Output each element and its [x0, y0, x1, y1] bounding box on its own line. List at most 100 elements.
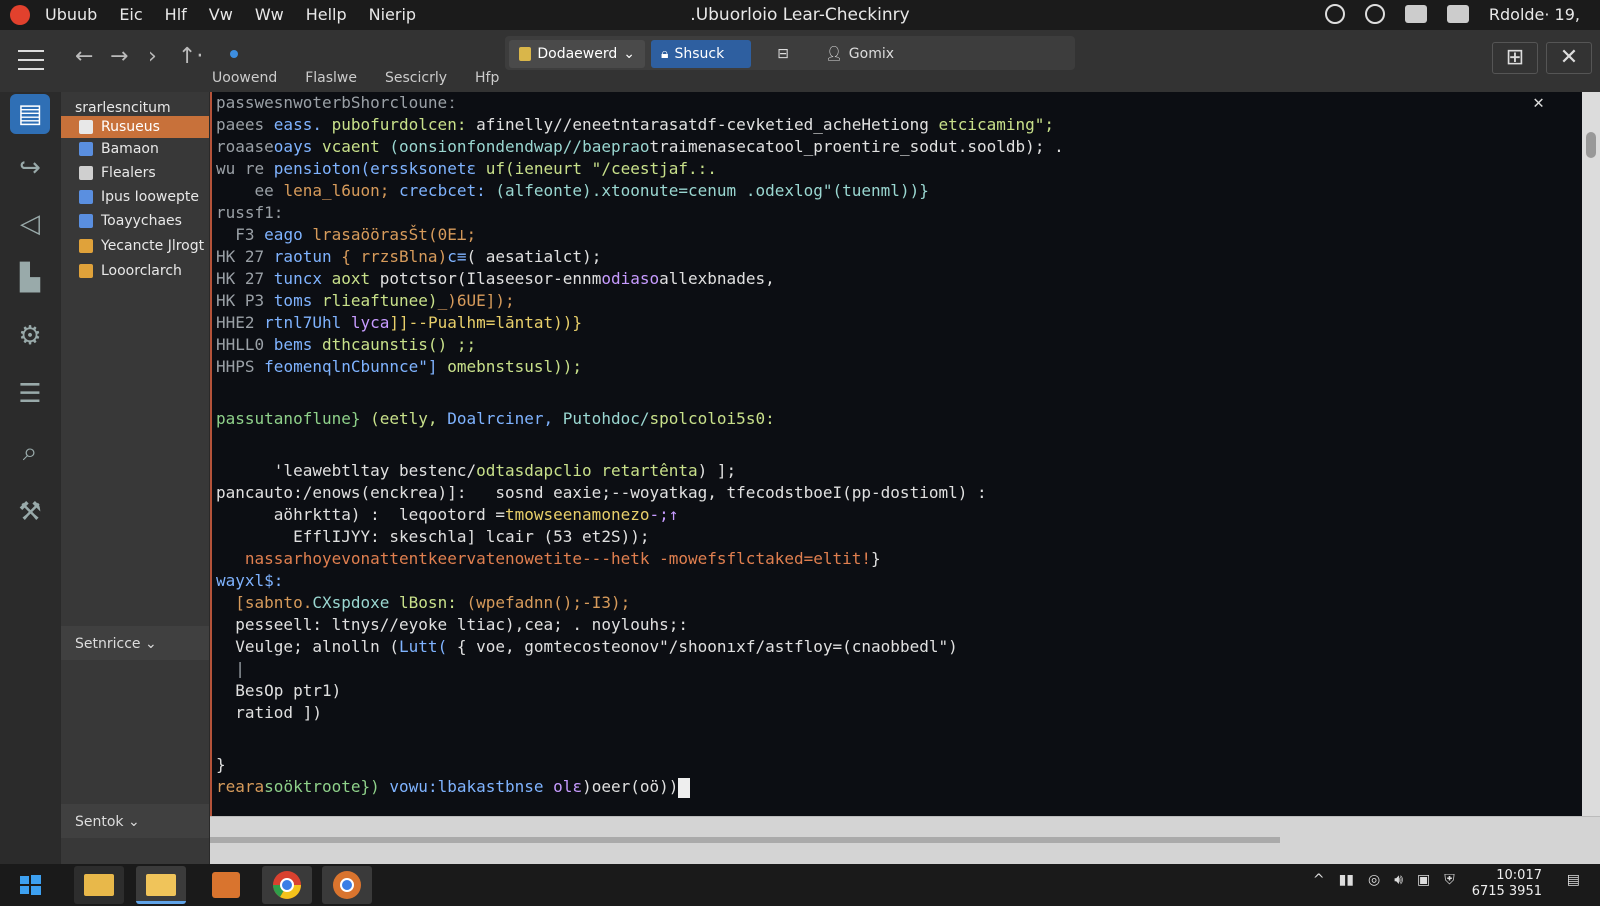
horizontal-scrollbar-track[interactable] — [210, 837, 1280, 843]
new-tab-button[interactable]: ⊞ — [1492, 42, 1538, 74]
power-icon[interactable] — [1364, 4, 1385, 24]
share-icon[interactable]: ↪ — [10, 148, 50, 188]
forward-arrow-icon[interactable]: → — [110, 46, 128, 68]
sidebar-item-label: Flealers — [101, 165, 156, 181]
sidebar-item-label: Rusueus — [101, 119, 160, 135]
window-icon: ⊟ — [777, 46, 789, 62]
shield-tray-icon[interactable]: ⛨ — [1444, 872, 1455, 888]
system-menu-bar: Ubuub Eic Hlf Vw Ww Hellp Nierip .Ubuorloio Le… — [0, 0, 1600, 30]
subtab-0[interactable]: Uoowend — [212, 70, 277, 92]
sidebar-item-0[interactable]: Rusueus — [61, 116, 209, 138]
terminal-line: ratiod ]) — [216, 703, 322, 722]
notes-icon[interactable]: ☰ — [10, 374, 50, 414]
sidebar-item-4[interactable]: Toayychaes — [61, 210, 209, 232]
check-icon — [79, 190, 93, 204]
file-explorer-icon[interactable] — [74, 866, 124, 904]
vertical-scrollbar[interactable] — [1582, 92, 1600, 816]
terminal-line: EfflIJYY: skeschla] lcair (53 et2S)); — [216, 527, 650, 546]
wifi-icon[interactable]: ◎ — [1368, 872, 1380, 888]
sidebar-section-setnricce[interactable]: Setnricce ⌄ — [61, 626, 209, 660]
user-icon: 👤︎ — [825, 46, 843, 62]
hamburger-menu-icon[interactable] — [18, 50, 44, 70]
sidebar-item-label: Bamaon — [101, 141, 159, 157]
sidebar-item-6[interactable]: Looorclarch — [61, 260, 209, 282]
volume-icon[interactable]: 🔊︎ — [1394, 872, 1403, 888]
sidebar-item-5[interactable]: Yecancte Jlrogt — [61, 235, 209, 257]
terminal-line: roaaseoays vcaent (oonsionfondendwap//ba… — [216, 137, 1064, 156]
chrome-browser-icon[interactable] — [262, 866, 312, 904]
search-icon[interactable]: ⌕ — [10, 432, 50, 472]
scrollbar-thumb[interactable] — [1586, 132, 1596, 158]
package-app-icon[interactable] — [200, 866, 250, 904]
subtab-1[interactable]: Flaslwe — [305, 70, 357, 92]
terminal-line: F3 eago lrasaöörasŠt(0E⊥; — [216, 225, 477, 244]
horizontal-scrollbar[interactable] — [210, 816, 1600, 864]
back-arrow-icon[interactable]: ← — [75, 46, 93, 68]
clock[interactable]: 10:017 6715 3951 — [1472, 868, 1542, 900]
terminal-line: Veulge; alnolln (Lutt( { voe, gomtecoste… — [216, 637, 958, 656]
terminal-output[interactable]: ✕ passwesnwoterbShorclouneː paees eass. p… — [210, 92, 1582, 816]
tab-gomix[interactable]: 👤︎ Gomix — [815, 40, 911, 68]
desktop: Ubuub Eic Hlf Vw Ww Hellp Nierip .Ubuorloio Le… — [0, 0, 1600, 906]
close-window-button[interactable]: ✕ — [1546, 42, 1592, 74]
terminal-line: HK 27 tuncx aoxt potctsor(Ilaseesor-ennm… — [216, 269, 775, 288]
terminal-line: passutanoflune} (eetly, Doalrciner, Puto… — [216, 409, 775, 428]
tab-shsuck[interactable]: 🔒︎ Shsuck — [651, 40, 751, 68]
settings-gear-icon[interactable]: ⚙ — [10, 316, 50, 356]
sidebar-item-label: Yecancte Jlrogt — [101, 238, 205, 254]
chrome-browser-icon-2[interactable] — [322, 866, 372, 904]
sidebar-section-sentok[interactable]: Sentok ⌄ — [61, 804, 209, 838]
indicator-dot — [230, 50, 238, 58]
terminal-line: [sabnto.CXspdoxe lBosn: (wpefadnn();-I3)… — [216, 593, 631, 612]
close-icon[interactable]: ✕ — [1533, 92, 1544, 114]
up-arrow-icon[interactable]: ↑· — [178, 46, 203, 68]
terminal-line: russf1: — [216, 203, 284, 222]
folder-app-icon[interactable] — [136, 866, 186, 904]
terminal-line: } — [216, 755, 226, 774]
terminal-line: wayxl$: — [216, 571, 284, 590]
display-icon[interactable]: ▣ — [1417, 872, 1430, 888]
subtab-2[interactable]: Sescicrly — [385, 70, 447, 92]
sidebar-item-1[interactable]: Bamaon — [61, 138, 209, 160]
tab-window[interactable]: ⊟ — [757, 40, 809, 68]
tab-bar: Dodaewerd ⌄ 🔒︎ Shsuck ⊟ 👤︎ Gomix — [505, 36, 1075, 70]
terminal-lines: passwesnwoterbShorclouneː paees eass. pub… — [216, 92, 1578, 798]
doc-icon — [79, 166, 93, 180]
taskbar: ^ ▮▮ ◎ 🔊︎ ▣ ⛨ ▤ 10:017 6715 3951 — [0, 864, 1600, 906]
status-text: Rdolde· 19, — [1488, 4, 1580, 24]
chevron-right-icon[interactable]: › — [148, 46, 157, 68]
tools-icon[interactable]: ⚒ — [10, 492, 50, 532]
terminal-line: aöhrktta) : leqootord =tmowseenamonezo-;… — [216, 505, 679, 524]
files-app-icon[interactable]: ▤ — [10, 94, 50, 134]
sidebar-item-label: Ipus Ioowepte — [101, 189, 199, 205]
send-icon[interactable]: ◁ — [10, 204, 50, 244]
system-tray: Rdolde· 19, — [1324, 4, 1580, 24]
terminal-line: passwesnwoterbShorclouneː — [216, 93, 457, 112]
start-menu-windows-icon[interactable] — [8, 866, 52, 904]
terminal-line: paees eass. pubofurdolcen: afinelly//ene… — [216, 115, 1055, 134]
subtab-3[interactable]: Hfp — [475, 70, 499, 92]
notifications-icon[interactable]: ▤ — [1567, 872, 1580, 888]
terminal-line: HHLL0 bems dthcaunstis() ;; — [216, 335, 477, 354]
clipboard-icon[interactable] — [1404, 5, 1427, 23]
file-manager-toolbar: ← → › ↑· Dodaewerd ⌄ 🔒︎ Shsuck ⊟ 👤︎ Gomix… — [0, 30, 1600, 92]
terminal-line: pancauto:/enows(enckrea)]: sosnd eaxie;-… — [216, 483, 987, 502]
terminal-line: | — [216, 659, 245, 678]
network-icon[interactable]: ▮▮ — [1339, 872, 1354, 888]
terminal-line: HHE2 rtnl7Uhl lyca]]--Pualhm=lāntat))} — [216, 313, 583, 332]
folder-icon — [79, 264, 93, 278]
sidebar-item-label: Toayychaes — [101, 213, 182, 229]
terminal-line: wu re pensioton(erssksonetɛ uf(ieneurt "… — [216, 159, 717, 178]
terminal-line: 'leawebtltay bestenc/odtasdapclio retart… — [216, 461, 737, 480]
tab-dodaewerd[interactable]: Dodaewerd ⌄ — [509, 40, 645, 68]
accessibility-icon[interactable] — [1324, 4, 1345, 24]
document-icon[interactable]: ▙ — [10, 258, 50, 298]
check-icon — [79, 214, 93, 228]
sidebar-item-3[interactable]: Ipus Ioowepte — [61, 186, 209, 208]
battery-icon[interactable] — [1446, 5, 1469, 23]
chevron-up-icon[interactable]: ^ — [1313, 872, 1325, 888]
sidebar-item-2[interactable]: Flealers — [61, 162, 209, 184]
